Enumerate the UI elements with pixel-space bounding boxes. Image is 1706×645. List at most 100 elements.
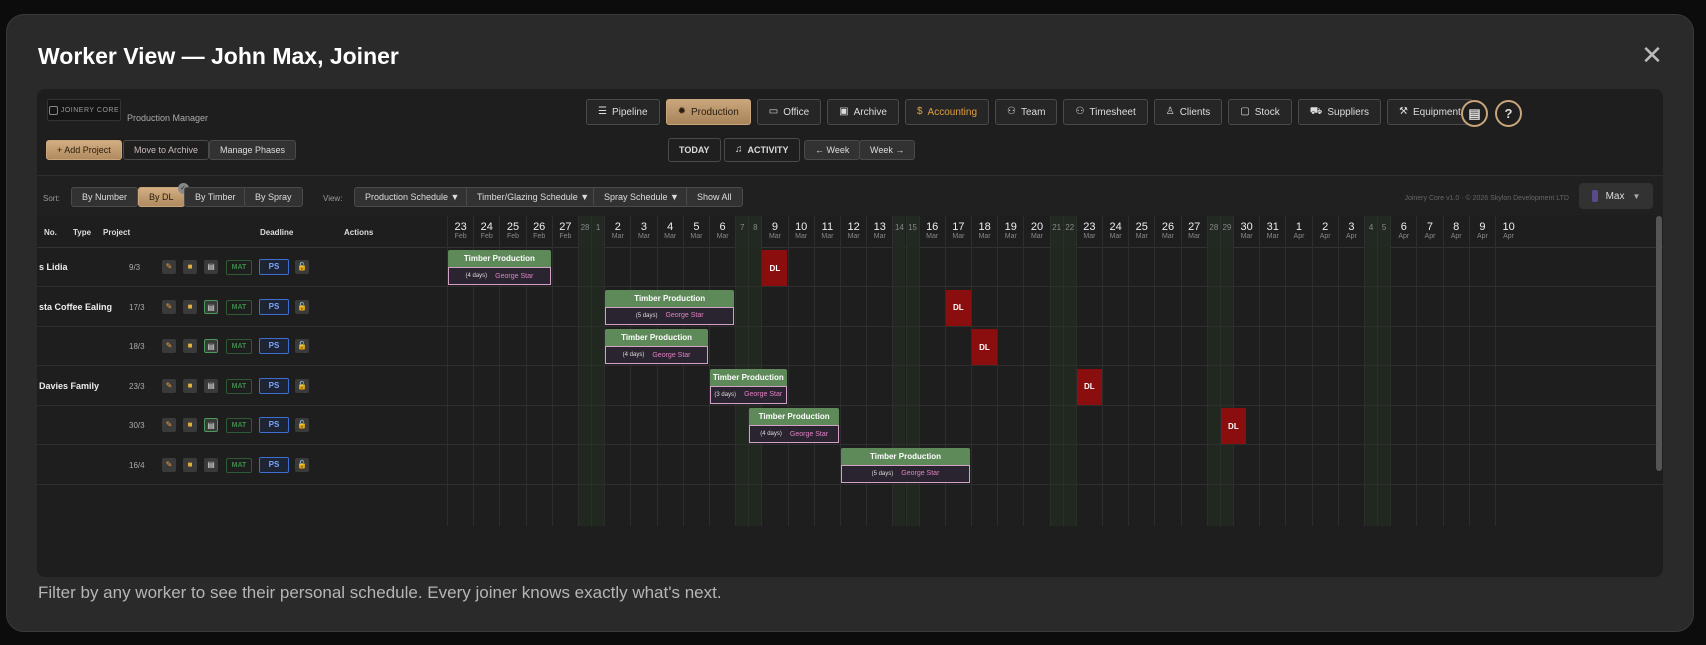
document-icon[interactable]: ▤ bbox=[204, 418, 218, 432]
day-column-header: 29 bbox=[1219, 216, 1233, 248]
mat-button[interactable]: MAT bbox=[226, 457, 252, 473]
ps-button[interactable]: PS bbox=[259, 338, 289, 354]
move-archive-button[interactable]: Move to Archive bbox=[123, 140, 210, 160]
project-name[interactable]: sta Coffee Ealing bbox=[39, 302, 112, 312]
unlock-icon[interactable]: 🔓 bbox=[295, 339, 309, 353]
nav-pipeline-button[interactable]: ☰ Pipeline bbox=[586, 99, 660, 125]
deadline-date: 9/3 bbox=[129, 263, 141, 272]
unlock-icon[interactable]: 🔓 bbox=[295, 260, 309, 274]
edit-icon[interactable]: ✎ bbox=[162, 339, 176, 353]
ps-button[interactable]: PS bbox=[259, 417, 289, 433]
view-timber-schedule[interactable]: Timber/Glazing Schedule ▼ bbox=[466, 187, 601, 207]
help-button[interactable]: ? bbox=[1495, 100, 1522, 127]
table-row[interactable]: 16/4 ✎ ■ ▤ MAT PS 🔓 bbox=[37, 446, 1663, 485]
document-icon[interactable]: ▤ bbox=[204, 299, 218, 314]
view-spray-schedule[interactable]: Spray Schedule ▼ bbox=[593, 187, 690, 207]
nav-accounting-button[interactable]: $ Accounting bbox=[904, 99, 990, 125]
ps-button[interactable]: PS bbox=[259, 377, 289, 394]
worker-select[interactable]: Max ▼ bbox=[1579, 183, 1653, 209]
document-icon[interactable]: ▤ bbox=[204, 378, 218, 393]
vertical-scrollbar[interactable] bbox=[1656, 216, 1662, 471]
add-project-button[interactable]: + Add Project bbox=[46, 140, 122, 160]
folder-icon[interactable]: ■ bbox=[183, 299, 197, 314]
unlock-icon[interactable]: 🔓 bbox=[295, 418, 309, 432]
table-row[interactable]: 30/3 ✎ ■ ▤ MAT PS 🔓 bbox=[37, 406, 1663, 445]
day-column-header: 28 bbox=[1206, 216, 1220, 248]
day-column-header: 5 Mar bbox=[682, 216, 709, 248]
edit-icon[interactable]: ✎ bbox=[162, 260, 176, 274]
day-number: 17 bbox=[952, 221, 965, 233]
unlock-icon[interactable]: 🔓 bbox=[295, 299, 309, 314]
day-month: Apr bbox=[1424, 233, 1436, 240]
nav-clients-button[interactable]: ♙ Clients bbox=[1153, 99, 1223, 125]
table-row[interactable]: Davies Family 23/3 ✎ ■ ▤ MAT PS 🔓 bbox=[37, 367, 1663, 406]
day-number: 7 bbox=[740, 223, 745, 232]
users-icon: ⚇ bbox=[1075, 106, 1085, 117]
activity-button[interactable]: ♫ ACTIVITY bbox=[724, 138, 800, 162]
day-number: 26 bbox=[533, 221, 546, 233]
prev-week-button[interactable]: ← Week bbox=[804, 140, 861, 160]
unlock-icon[interactable]: 🔓 bbox=[295, 457, 309, 472]
mat-button[interactable]: MAT bbox=[226, 418, 252, 433]
folder-icon[interactable]: ■ bbox=[183, 418, 197, 432]
mat-button[interactable]: MAT bbox=[226, 339, 252, 354]
deadline-date: 16/4 bbox=[129, 460, 145, 470]
day-number: 5 bbox=[1381, 223, 1387, 232]
mat-button[interactable]: MAT bbox=[226, 299, 252, 315]
day-number: 4 bbox=[667, 221, 674, 233]
day-month: Mar bbox=[1109, 233, 1122, 240]
sort-by-spray[interactable]: By Spray bbox=[244, 187, 303, 207]
view-production-schedule[interactable]: Production Schedule ▼ bbox=[354, 187, 471, 207]
document-icon[interactable]: ▤ bbox=[204, 260, 218, 274]
document-icon[interactable]: ▤ bbox=[204, 457, 218, 472]
nav-production-button[interactable]: ✹ Production bbox=[665, 99, 751, 125]
nav-stock-button[interactable]: ▢ Stock bbox=[1228, 99, 1292, 125]
calculator-icon[interactable]: ▤ bbox=[1461, 100, 1488, 127]
day-number: 13 bbox=[873, 221, 886, 233]
sort-by-number[interactable]: By Number bbox=[71, 187, 139, 207]
day-column-header: 14 bbox=[892, 216, 906, 248]
nav-team-button[interactable]: ⚇ Team bbox=[995, 99, 1058, 125]
ps-button[interactable]: PS bbox=[259, 259, 289, 275]
day-number: 27 bbox=[559, 221, 572, 233]
ps-button[interactable]: PS bbox=[259, 298, 289, 315]
chevron-down-icon: ▼ bbox=[1632, 191, 1641, 201]
today-button[interactable]: TODAY bbox=[668, 138, 721, 162]
sort-by-dl[interactable]: By DL ✓ bbox=[138, 183, 189, 207]
day-column-header: 1 bbox=[591, 216, 605, 248]
next-week-button[interactable]: Week → bbox=[859, 140, 916, 160]
manage-phases-button[interactable]: Manage Phases bbox=[209, 140, 297, 160]
close-icon[interactable]: ✕ bbox=[1639, 42, 1665, 69]
edit-icon[interactable]: ✎ bbox=[162, 299, 176, 314]
unlock-icon[interactable]: 🔓 bbox=[295, 378, 309, 393]
nav-office-button[interactable]: ▭ Office bbox=[756, 99, 822, 125]
edit-icon[interactable]: ✎ bbox=[162, 418, 176, 432]
folder-icon[interactable]: ■ bbox=[183, 457, 197, 472]
edit-icon[interactable]: ✎ bbox=[162, 378, 176, 393]
nav-timesheet-button[interactable]: ⚇ Timesheet bbox=[1063, 99, 1148, 125]
user-icon bbox=[1591, 190, 1598, 202]
document-icon[interactable]: ▤ bbox=[204, 339, 218, 353]
nav-archive-button[interactable]: ▣ Archive bbox=[827, 99, 899, 125]
table-row[interactable]: 18/3 ✎ ■ ▤ MAT PS 🔓 bbox=[37, 327, 1663, 366]
day-column-header: 26 Feb bbox=[525, 216, 552, 248]
day-number: 24 bbox=[480, 221, 493, 233]
project-name[interactable]: s Lidia bbox=[39, 262, 68, 272]
folder-icon[interactable]: ■ bbox=[183, 339, 197, 353]
nav-suppliers-button[interactable]: ⛟ Suppliers bbox=[1297, 99, 1382, 125]
edit-icon[interactable]: ✎ bbox=[162, 457, 176, 472]
mat-button[interactable]: MAT bbox=[226, 260, 252, 275]
deadline-date: 23/3 bbox=[129, 381, 145, 391]
sort-by-timber[interactable]: By Timber bbox=[184, 187, 247, 207]
folder-icon[interactable]: ■ bbox=[183, 378, 197, 393]
table-row[interactable]: s Lidia 9/3 ✎ ■ ▤ MAT PS 🔓 bbox=[37, 248, 1663, 287]
day-column-header: 25 Feb bbox=[499, 216, 525, 248]
project-name[interactable]: Davies Family bbox=[39, 381, 99, 391]
mat-button[interactable]: MAT bbox=[226, 378, 252, 394]
ps-button[interactable]: PS bbox=[259, 456, 289, 473]
table-row[interactable]: sta Coffee Ealing 17/3 ✎ ■ ▤ MAT PS 🔓 bbox=[37, 288, 1663, 327]
day-column-header: 25 Mar bbox=[1128, 216, 1154, 248]
folder-icon[interactable]: ■ bbox=[183, 260, 197, 274]
nav-equipment-button[interactable]: ⚒ Equipment bbox=[1387, 99, 1473, 125]
show-all-button[interactable]: Show All bbox=[686, 187, 743, 207]
